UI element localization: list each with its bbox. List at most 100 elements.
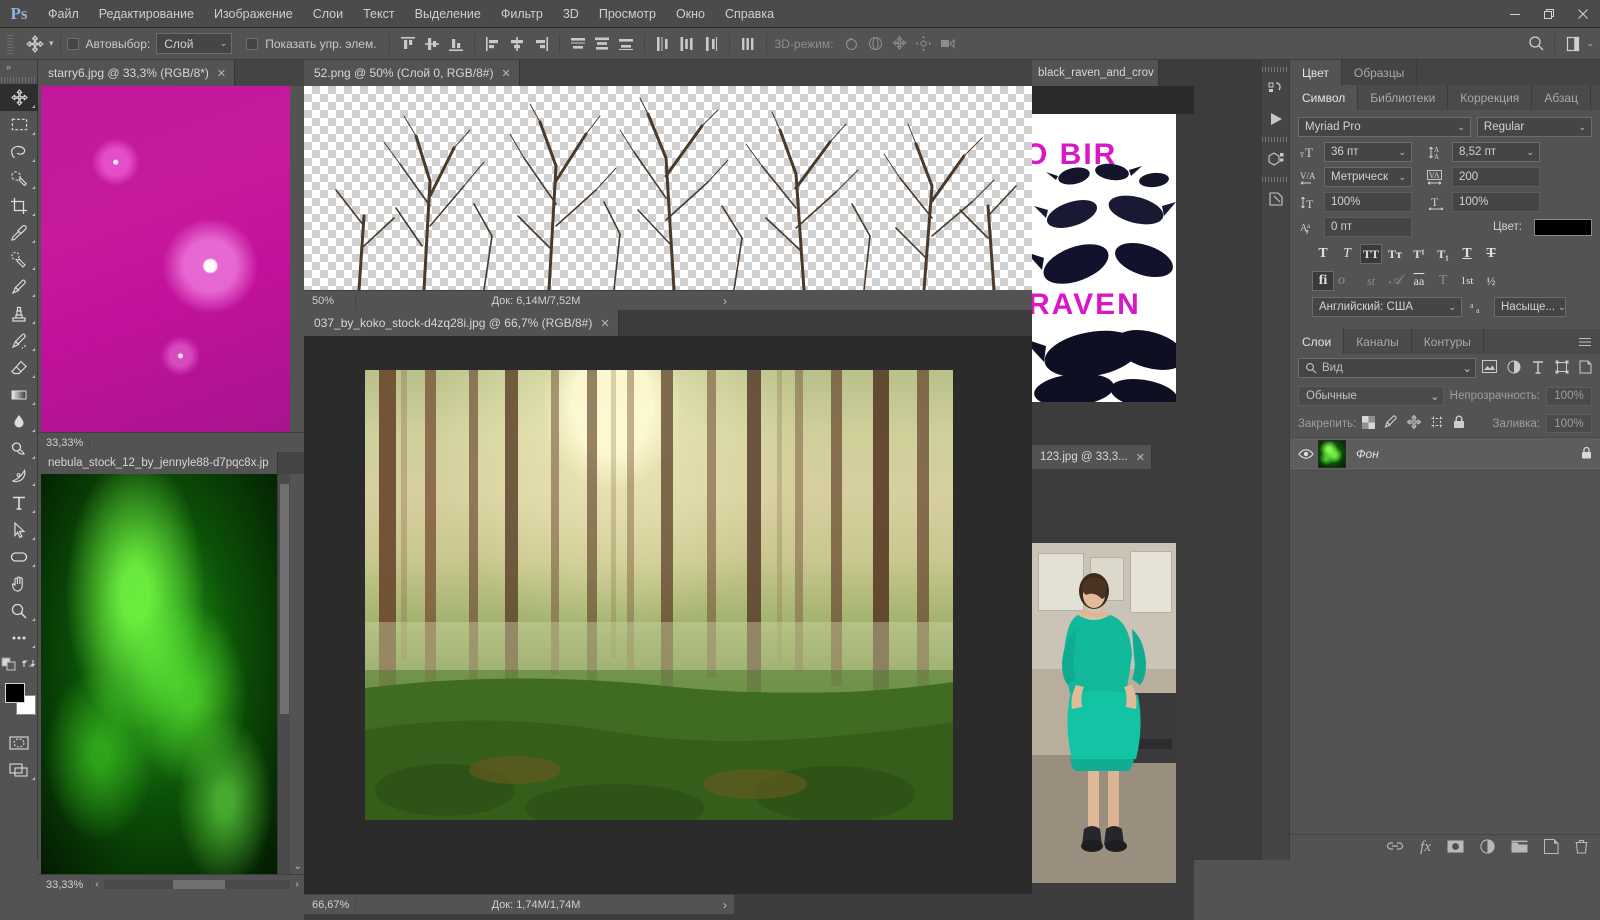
roll-3d-icon[interactable] [863, 32, 887, 56]
doctab-raven[interactable]: black_raven_and_crov [1032, 60, 1159, 86]
pan-3d-icon[interactable] [887, 32, 911, 56]
icon-rail-grip[interactable] [1262, 64, 1289, 74]
doctab-starry[interactable]: starry6.jpg @ 33,3% (RGB/8*) ✕ [38, 60, 236, 86]
standard-ligatures-button[interactable]: fi [1312, 271, 1334, 291]
tab-layers[interactable]: Слои [1290, 329, 1345, 354]
rectangular-marquee-tool[interactable] [0, 111, 38, 138]
brush-tool[interactable] [0, 273, 38, 300]
default-colors-icon[interactable] [1, 655, 18, 675]
filter-smart-icon[interactable] [1579, 360, 1592, 377]
align-right-edges-icon[interactable] [529, 32, 553, 56]
play-icon[interactable] [1262, 104, 1290, 134]
workspace-chevron-icon[interactable]: ⌄ [1586, 38, 1594, 49]
doctab-forest[interactable]: 037_by_koko_stock-d4zq28i.jpg @ 66,7% (R… [304, 310, 619, 336]
dodge-tool[interactable] [0, 435, 38, 462]
tool-preset-chevron-icon[interactable]: ▾ [49, 38, 54, 49]
zoom-level-starry[interactable]: 33,33% [38, 436, 90, 449]
autoselect-scope-select[interactable]: Слой ⌄ [156, 33, 233, 54]
move-tool-icon[interactable] [22, 32, 48, 56]
leading-field[interactable]: 8,52 пт ⌄ [1452, 142, 1540, 162]
align-top-edges-icon[interactable] [396, 32, 420, 56]
layer-visibility-icon[interactable] [1294, 448, 1318, 460]
oldstyle-button[interactable]: aa [1408, 271, 1430, 291]
all-caps-button[interactable]: TT [1360, 244, 1382, 264]
zoom-level-forest[interactable]: 66,67% [304, 898, 356, 911]
slide-3d-icon[interactable] [911, 32, 935, 56]
new-group-icon[interactable] [1511, 840, 1528, 856]
font-style-select[interactable]: Regular ⌄ [1476, 117, 1592, 137]
close-icon[interactable]: ✕ [600, 317, 609, 330]
lock-image-icon[interactable] [1384, 415, 1398, 432]
tab-character[interactable]: Символ [1290, 85, 1359, 110]
toolbar-grip[interactable] [0, 74, 37, 84]
discretionary-ligatures-button[interactable]: st [1360, 271, 1382, 291]
hscroll-left-arrow-icon[interactable]: ‹ [90, 879, 104, 890]
kerning-field[interactable]: Метрическ ⌄ [1324, 167, 1412, 187]
minimize-button[interactable] [1498, 0, 1532, 28]
distribute-bottom-edges-icon[interactable] [614, 32, 638, 56]
lock-transparent-icon[interactable] [1362, 415, 1376, 432]
small-caps-button[interactable]: Tт [1384, 244, 1406, 264]
layer-thumbnail[interactable] [1318, 440, 1346, 468]
canvas-nebula[interactable]: ⌄ [38, 474, 304, 874]
zoom-camera-3d-icon[interactable] [935, 32, 959, 56]
fractions-button[interactable]: ½ [1480, 271, 1502, 291]
menu-item-select[interactable]: Выделение [405, 0, 491, 28]
new-layer-icon[interactable] [1543, 838, 1559, 857]
hscroll-thumb[interactable] [172, 880, 225, 889]
menu-item-layers[interactable]: Слои [303, 0, 353, 28]
icon-rail-grip-2[interactable] [1262, 134, 1289, 144]
filter-pixel-icon[interactable] [1482, 360, 1497, 376]
tab-swatches[interactable]: Образцы [1342, 60, 1418, 85]
edit-toolbar-tool[interactable] [0, 624, 38, 651]
close-icon[interactable]: ✕ [1136, 451, 1145, 464]
font-size-field[interactable]: 36 пт ⌄ [1324, 142, 1412, 162]
filter-shape-icon[interactable] [1555, 360, 1569, 377]
options-bar-grip[interactable] [5, 32, 17, 55]
history-icon[interactable] [1262, 74, 1290, 104]
statusbar-expand-icon[interactable]: › [716, 294, 734, 308]
delete-layer-icon[interactable] [1575, 839, 1588, 857]
quick-selection-tool[interactable] [0, 165, 38, 192]
language-select[interactable]: Английский: США ⌄ [1312, 297, 1462, 317]
layer-mask-icon[interactable] [1447, 840, 1464, 856]
zoom-level-52png[interactable]: 50% [304, 294, 356, 307]
canvas-forest[interactable] [304, 336, 1032, 894]
blend-mode-select[interactable]: Обычные ⌄ [1298, 386, 1444, 406]
strikethrough-button[interactable]: T [1480, 244, 1502, 264]
filter-adjustment-icon[interactable] [1507, 360, 1521, 377]
distribute-top-edges-icon[interactable] [566, 32, 590, 56]
underline-button[interactable]: T [1456, 244, 1478, 264]
distribute-left-edges-icon[interactable] [651, 32, 675, 56]
horizontal-scale-field[interactable]: 100% [1452, 192, 1540, 212]
menu-item-file[interactable]: Файл [38, 0, 89, 28]
panel-menu-icon[interactable] [1570, 329, 1600, 354]
lock-artboard-icon[interactable] [1430, 415, 1444, 432]
show-transform-controls-checkbox[interactable] [246, 37, 259, 50]
titling-alternates-button[interactable]: T [1432, 271, 1454, 291]
blur-tool[interactable] [0, 408, 38, 435]
swash-button[interactable]: 𝒜 [1384, 271, 1406, 291]
menu-item-view[interactable]: Просмотр [589, 0, 666, 28]
distribute-vertical-centers-icon[interactable] [590, 32, 614, 56]
ordinals-button[interactable]: 1st [1456, 271, 1478, 291]
close-icon[interactable]: ✕ [217, 67, 226, 80]
fill-field[interactable]: 100% [1546, 414, 1592, 433]
layer-name[interactable]: Фон [1356, 447, 1379, 461]
menu-item-window[interactable]: Окно [666, 0, 715, 28]
vscroll-thumb[interactable] [280, 484, 289, 714]
hscroll-right-arrow-icon[interactable]: › [290, 879, 304, 890]
screen-mode-icon[interactable] [0, 756, 38, 783]
eyedropper-tool[interactable] [0, 219, 38, 246]
eraser-tool[interactable] [0, 354, 38, 381]
restore-button[interactable] [1532, 0, 1566, 28]
clone-stamp-tool[interactable] [0, 300, 38, 327]
distribute-right-edges-icon[interactable] [699, 32, 723, 56]
canvas-starry[interactable] [38, 86, 304, 432]
quick-mask-mode-icon[interactable] [0, 729, 38, 756]
align-bottom-edges-icon[interactable] [444, 32, 468, 56]
doctab-girl[interactable]: 123.jpg @ 33,3... ✕ [1032, 445, 1152, 469]
properties-icon[interactable] [1262, 184, 1290, 214]
close-icon[interactable]: ✕ [501, 67, 510, 80]
vscrollbar-nebula[interactable] [277, 474, 290, 874]
